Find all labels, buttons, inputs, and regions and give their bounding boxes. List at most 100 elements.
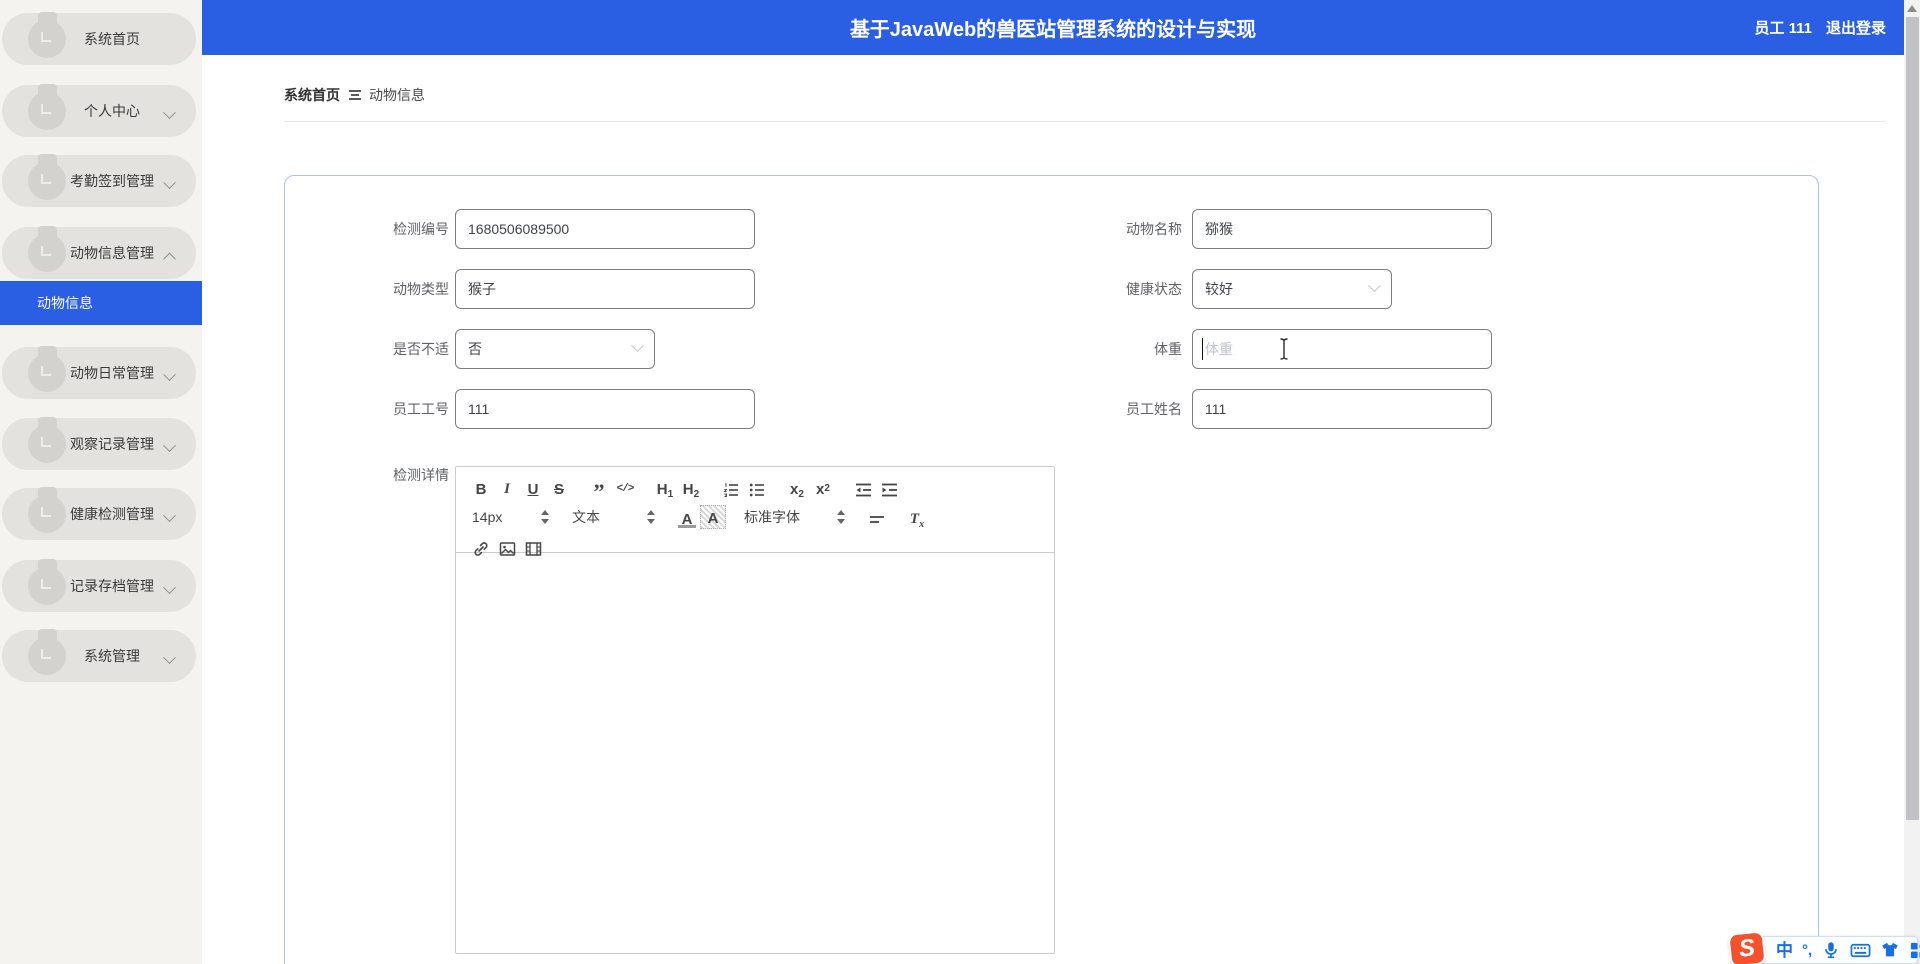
field-staff-id: 员工工号 bbox=[299, 389, 755, 429]
field-staff-name: 员工姓名 bbox=[1032, 389, 1492, 429]
chevron-down-icon bbox=[165, 514, 174, 523]
updown-arrows-icon bbox=[541, 510, 550, 524]
text-caret bbox=[1202, 338, 1204, 360]
sidebar-item-animal-info-mgmt[interactable]: 动物信息管理 bbox=[2, 226, 196, 279]
sidebar-item-animal-daily[interactable]: 动物日常管理 bbox=[2, 346, 196, 399]
sidebar-item-label: 系统首页 bbox=[84, 31, 140, 47]
animal-info-form-card: 检测编号 动物名称 动物类型 健康状态 较好 是否不适 bbox=[284, 175, 1819, 964]
main-content: 系统首页 动物信息 检测编号 动物名称 动物类型 健康状态 bbox=[202, 55, 1904, 964]
header-style-select[interactable]: 文本 bbox=[568, 507, 660, 527]
editor-content-area[interactable] bbox=[456, 553, 1054, 953]
underline-button[interactable]: U bbox=[520, 475, 546, 499]
align-select[interactable] bbox=[864, 505, 890, 529]
animal-type-input[interactable] bbox=[455, 269, 755, 309]
bullet-list-button[interactable] bbox=[744, 475, 770, 499]
ime-toolbar: S 中 °, bbox=[1727, 930, 1920, 964]
font-size-select[interactable]: 14px bbox=[468, 509, 554, 525]
highlight-color-button[interactable]: A bbox=[700, 505, 726, 529]
divider bbox=[284, 121, 1886, 122]
breadcrumb-home[interactable]: 系统首页 bbox=[284, 85, 340, 105]
bold-button[interactable]: B bbox=[468, 475, 494, 499]
chevron-down-icon bbox=[165, 373, 174, 382]
microphone-icon[interactable] bbox=[1821, 940, 1841, 960]
vertical-scrollbar[interactable] bbox=[1904, 0, 1920, 964]
avatar-icon bbox=[28, 629, 66, 675]
image-button[interactable] bbox=[494, 534, 520, 558]
field-discomfort: 是否不适 否 bbox=[299, 329, 655, 369]
ordered-list-button[interactable] bbox=[718, 475, 744, 499]
rich-text-editor: B I U S ” </> H1 H2 x 2 x 2 14px 文本 A A … bbox=[455, 466, 1055, 954]
sidebar-item-health-check[interactable]: 健康检测管理 bbox=[2, 487, 196, 540]
weight-input[interactable] bbox=[1192, 329, 1492, 369]
avatar-icon bbox=[28, 346, 66, 392]
field-animal-name: 动物名称 bbox=[1032, 209, 1492, 249]
sidebar-item-system-mgmt[interactable]: 系统管理 bbox=[2, 629, 196, 682]
text-color-button[interactable]: A bbox=[674, 505, 700, 529]
scrollbar-thumb[interactable] bbox=[1905, 17, 1919, 820]
chevron-down-icon bbox=[165, 111, 174, 120]
chevron-down-icon bbox=[165, 656, 174, 665]
staff-id-input[interactable] bbox=[455, 389, 755, 429]
breadcrumb-current: 动物信息 bbox=[369, 87, 425, 103]
header-2-button[interactable]: H2 bbox=[678, 475, 704, 500]
avatar-icon bbox=[28, 487, 66, 533]
chevron-down-icon bbox=[633, 344, 642, 353]
superscript-button[interactable]: x2 bbox=[810, 475, 836, 499]
italic-button[interactable]: I bbox=[494, 475, 520, 499]
toolbox-icon[interactable] bbox=[1909, 941, 1920, 960]
chevron-down-icon bbox=[165, 444, 174, 453]
chinese-mode-icon[interactable]: 中 bbox=[1776, 942, 1793, 959]
editor-toolbar: B I U S ” </> H1 H2 x 2 x 2 14px 文本 A A … bbox=[456, 467, 1054, 556]
chevron-down-icon bbox=[1370, 284, 1379, 293]
clean-format-button[interactable]: Tx bbox=[904, 505, 930, 530]
link-button[interactable] bbox=[468, 534, 494, 558]
mouse-ibeam-cursor bbox=[1278, 337, 1290, 361]
current-user-label[interactable]: 员工 111 bbox=[1754, 17, 1812, 38]
discomfort-select[interactable]: 否 bbox=[455, 329, 655, 369]
sogou-logo-icon[interactable]: S bbox=[1727, 930, 1767, 964]
staff-name-input[interactable] bbox=[1192, 389, 1492, 429]
updown-arrows-icon bbox=[647, 510, 656, 524]
code-block-button[interactable]: </> bbox=[612, 475, 638, 499]
sidebar-subitem-animal-info-active[interactable]: 动物信息 bbox=[0, 281, 202, 325]
keyboard-icon[interactable] bbox=[1850, 940, 1871, 960]
animal-name-input[interactable] bbox=[1192, 209, 1492, 249]
updown-arrows-icon bbox=[837, 510, 846, 524]
chevron-up-icon bbox=[165, 253, 174, 262]
scroll-up-arrow-icon[interactable] bbox=[1907, 5, 1917, 12]
avatar-icon bbox=[28, 154, 66, 200]
field-weight: 体重 bbox=[1032, 329, 1492, 369]
app-window: 系统首页 个人中心 考勤签到管理 动物信息管理 动物信息 动物日常管理 观察记录… bbox=[0, 0, 1920, 964]
avatar-icon bbox=[28, 559, 66, 605]
strike-button[interactable]: S bbox=[546, 475, 572, 499]
header-1-button[interactable]: H1 bbox=[652, 475, 678, 500]
field-detect-number: 检测编号 bbox=[299, 209, 755, 249]
sidebar-item-home[interactable]: 系统首页 bbox=[2, 12, 196, 65]
field-animal-type: 动物类型 bbox=[299, 269, 755, 309]
logout-button[interactable]: 退出登录 bbox=[1826, 17, 1886, 38]
avatar-icon bbox=[28, 417, 66, 463]
field-health-status: 健康状态 较好 bbox=[1032, 269, 1392, 309]
video-button[interactable] bbox=[520, 534, 546, 558]
subscript-button[interactable]: x2 bbox=[784, 475, 810, 500]
sidebar-item-observation[interactable]: 观察记录管理 bbox=[2, 417, 196, 470]
avatar-icon bbox=[28, 84, 66, 130]
sidebar-item-archive[interactable]: 记录存档管理 bbox=[2, 559, 196, 612]
field-label: 检测编号 bbox=[393, 221, 449, 237]
field-detect-detail: 检测详情 bbox=[393, 467, 449, 483]
font-family-select[interactable]: 标准字体 bbox=[740, 507, 850, 527]
top-header: 基于JavaWeb的兽医站管理系统的设计与实现 员工 111 退出登录 bbox=[202, 0, 1904, 55]
sidebar-item-profile[interactable]: 个人中心 bbox=[2, 84, 196, 137]
sidebar-item-attendance[interactable]: 考勤签到管理 bbox=[2, 154, 196, 207]
punctuation-icon[interactable]: °, bbox=[1802, 943, 1812, 958]
chevron-down-icon bbox=[165, 181, 174, 190]
breadcrumb-separator-icon bbox=[348, 90, 361, 100]
avatar-icon bbox=[28, 12, 66, 58]
detect-number-input[interactable] bbox=[455, 209, 755, 249]
blockquote-button[interactable]: ” bbox=[586, 475, 612, 503]
skin-icon[interactable] bbox=[1880, 940, 1900, 960]
health-status-select[interactable]: 较好 bbox=[1192, 269, 1392, 309]
outdent-button[interactable] bbox=[850, 475, 876, 499]
indent-button[interactable] bbox=[876, 475, 902, 499]
chevron-down-icon bbox=[165, 586, 174, 595]
